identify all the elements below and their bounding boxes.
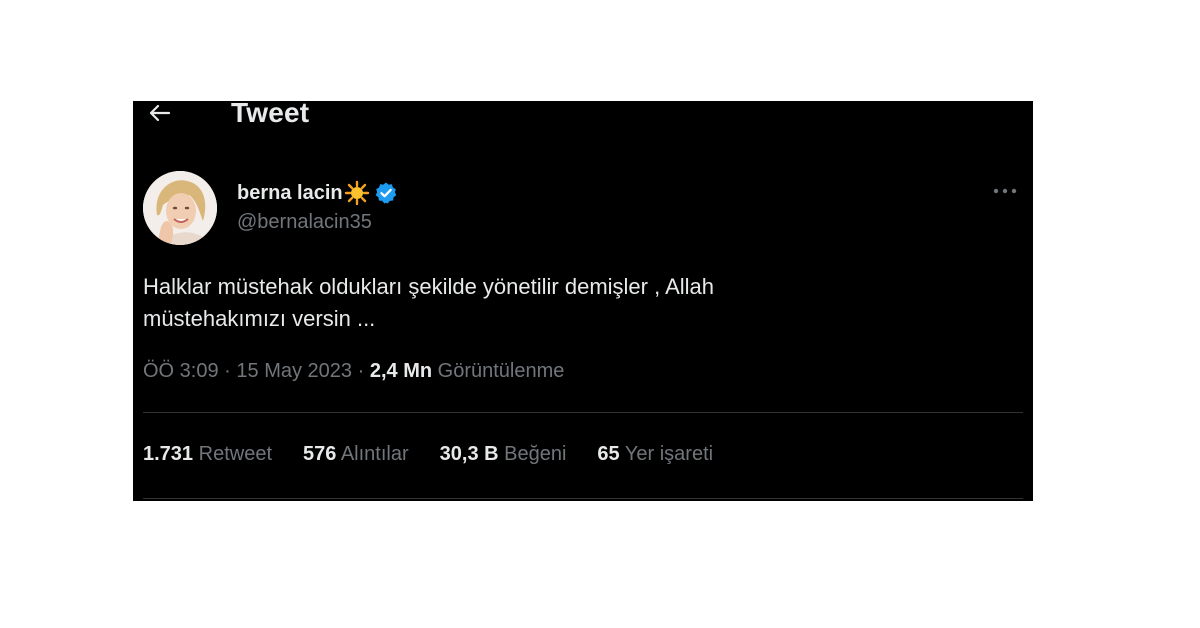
author-handle[interactable]: @bernalacin35: [237, 211, 372, 234]
author-name-row[interactable]: berna lacin: [237, 179, 398, 207]
page-canvas: Tweet berna lacin @bernalacin35 Halklar …: [0, 0, 1200, 628]
stat-likes[interactable]: 30,3 B Beğeni: [440, 443, 567, 466]
tweet-time[interactable]: ÖÖ 3:09: [143, 360, 219, 382]
sun-emoji-icon: [344, 180, 369, 206]
avatar[interactable]: [143, 171, 217, 245]
stat-label: Yer işareti: [624, 443, 714, 465]
divider: [143, 412, 1023, 413]
views-label: Görüntülenme: [437, 360, 565, 382]
avatar-image: [143, 171, 217, 245]
stat-bookmarks[interactable]: 65 Yer işareti: [597, 443, 713, 466]
stat-number: 576: [303, 443, 337, 465]
tweet-screenshot: Tweet berna lacin @bernalacin35 Halklar …: [133, 101, 1033, 501]
stat-quotes[interactable]: 576 Alıntılar: [303, 443, 409, 466]
page-title: Tweet: [231, 101, 310, 128]
stat-number: 65: [597, 443, 620, 465]
meta-separator: ·: [224, 360, 231, 382]
tweet-date[interactable]: 15 May 2023: [236, 360, 352, 382]
divider: [143, 498, 1023, 499]
tweet-meta: ÖÖ 3:09 · 15 May 2023 · 2,4 Mn Görüntüle…: [143, 360, 564, 383]
display-name[interactable]: berna lacin: [237, 182, 343, 205]
tweet-text: Halklar müstehak oldukları şekilde yönet…: [143, 271, 1003, 335]
stat-number: 30,3 B: [439, 443, 499, 465]
tweet-header: Tweet: [133, 101, 1033, 131]
tweet-text-line: Halklar müstehak oldukları şekilde yönet…: [143, 274, 715, 299]
stat-retweets[interactable]: 1.731 Retweet: [143, 443, 272, 466]
meta-separator: ·: [357, 360, 365, 382]
views-count[interactable]: 2,4 Mn: [370, 360, 432, 382]
arrow-left-icon[interactable]: [147, 103, 171, 123]
stat-label: Alıntılar: [340, 443, 409, 465]
tweet-text-line: müstehakımızı versin ...: [143, 306, 376, 331]
engagement-stats: 1.731 Retweet 576 Alıntılar 30,3 B Beğen…: [143, 443, 744, 466]
stat-number: 1.731: [143, 443, 194, 465]
more-options-icon[interactable]: [991, 185, 1019, 197]
verified-badge-icon: [375, 182, 396, 204]
stat-label: Retweet: [198, 443, 272, 465]
stat-label: Beğeni: [504, 443, 567, 465]
